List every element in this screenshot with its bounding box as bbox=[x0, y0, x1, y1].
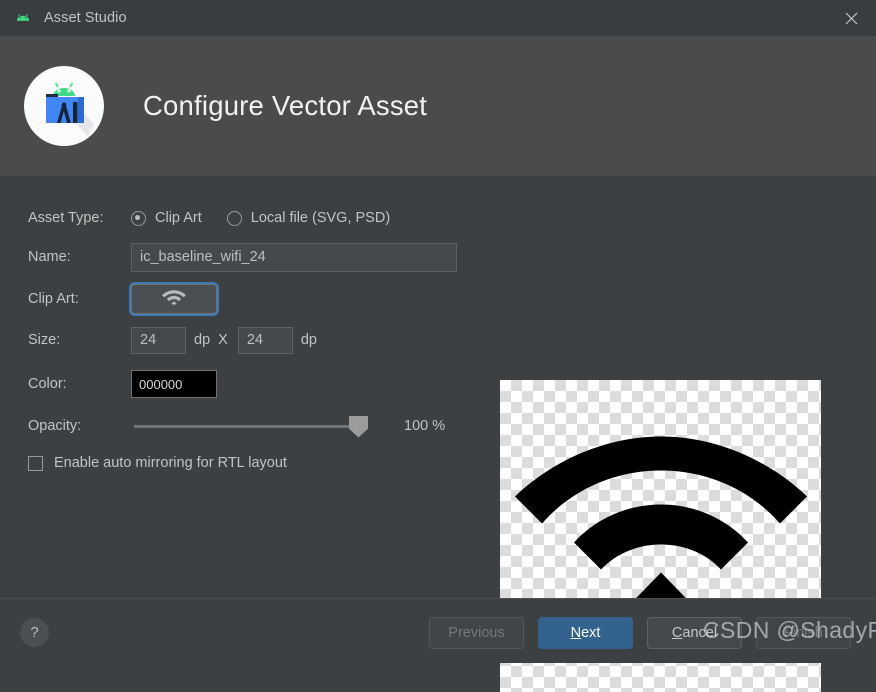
name-input[interactable]: ic_baseline_wifi_24 bbox=[131, 242, 457, 272]
wifi-icon bbox=[162, 288, 186, 311]
cancel-button-label-rest: ancel bbox=[682, 625, 718, 641]
next-button-mnemonic: N bbox=[570, 625, 582, 641]
rtl-mirroring-label: Enable auto mirroring for RTL layout bbox=[54, 455, 287, 471]
size-width-input[interactable]: 24 bbox=[131, 326, 186, 354]
opacity-value: 100 % bbox=[404, 418, 446, 434]
size-width-unit: dp bbox=[194, 332, 211, 348]
radio-clip-art-indicator[interactable] bbox=[131, 210, 146, 226]
page-title: Configure Vector Asset bbox=[143, 90, 428, 121]
finish-button[interactable]: Finish bbox=[756, 617, 851, 649]
opacity-row: Opacity: 100 % bbox=[28, 414, 478, 438]
color-label: Color: bbox=[28, 376, 67, 392]
clip-art-row: Clip Art: bbox=[28, 282, 478, 316]
next-button-label-rest: ext bbox=[581, 625, 601, 641]
opacity-slider[interactable] bbox=[134, 415, 368, 438]
dialog-button-bar: Previous Next Cancel Finish bbox=[429, 617, 851, 649]
window-title: Asset Studio bbox=[44, 10, 127, 26]
cancel-button[interactable]: Cancel bbox=[647, 617, 742, 649]
opacity-label: Opacity: bbox=[28, 418, 82, 434]
name-row: Name: ic_baseline_wifi_24 bbox=[28, 242, 478, 272]
window-titlebar: Asset Studio bbox=[0, 0, 876, 36]
radio-clip-art-label: Clip Art bbox=[155, 210, 202, 226]
rtl-mirroring-row: Enable auto mirroring for RTL layout bbox=[28, 452, 478, 474]
vector-asset-form: Asset Type: Clip Art Local file (SVG, PS… bbox=[28, 204, 478, 474]
next-button[interactable]: Next bbox=[538, 617, 633, 649]
previous-button[interactable]: Previous bbox=[429, 617, 524, 649]
radio-local-file-label: Local file (SVG, PSD) bbox=[250, 210, 391, 226]
clip-art-picker-button[interactable] bbox=[131, 284, 217, 314]
color-row: Color: 000000 bbox=[28, 370, 478, 398]
dialog-body: Asset Type: Clip Art Local file (SVG, PS… bbox=[0, 176, 876, 692]
color-swatch-button[interactable]: 000000 bbox=[131, 370, 217, 398]
size-row: Size: 24 dp X 24 dp bbox=[28, 326, 478, 354]
help-button[interactable]: ? bbox=[20, 618, 49, 647]
android-icon bbox=[14, 9, 32, 27]
radio-local-file[interactable]: Local file (SVG, PSD) bbox=[226, 210, 391, 226]
asset-type-label: Asset Type: bbox=[28, 210, 104, 226]
cancel-button-mnemonic: C bbox=[671, 625, 683, 641]
radio-clip-art[interactable]: Clip Art bbox=[131, 210, 202, 226]
name-label: Name: bbox=[28, 249, 71, 265]
size-label: Size: bbox=[28, 332, 61, 348]
clip-art-label: Clip Art: bbox=[28, 291, 79, 307]
radio-local-file-indicator[interactable] bbox=[226, 210, 242, 226]
opacity-slider-handle[interactable] bbox=[349, 415, 368, 438]
rtl-mirroring-checkbox[interactable] bbox=[28, 455, 43, 471]
close-icon[interactable] bbox=[826, 0, 876, 36]
size-height-unit: dp bbox=[300, 332, 317, 348]
size-separator: X bbox=[218, 332, 228, 348]
asset-type-row: Asset Type: Clip Art Local file (SVG, PS… bbox=[28, 204, 478, 232]
dialog-header: Configure Vector Asset bbox=[0, 36, 876, 176]
size-height-input[interactable]: 24 bbox=[237, 326, 293, 354]
dialog-footer: ? Previous Next Cancel Finish bbox=[0, 598, 876, 663]
android-studio-logo bbox=[24, 66, 104, 146]
